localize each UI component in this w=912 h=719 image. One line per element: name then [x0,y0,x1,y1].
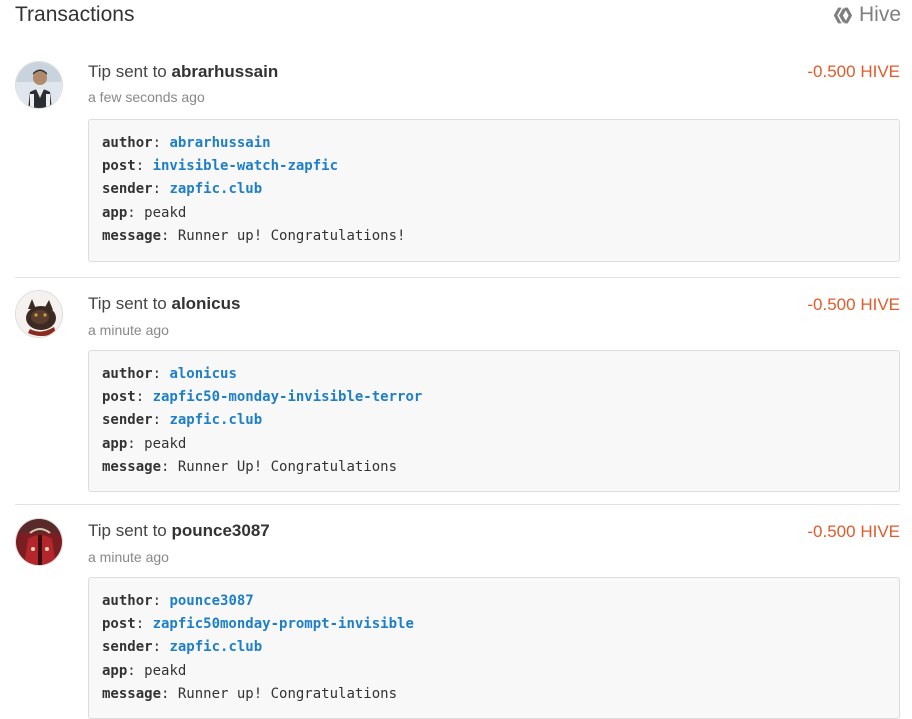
memo-row-author: author: abrarhussain [102,135,271,151]
memo-message-value: Runner up! Congratulations! [177,227,406,244]
memo-row-message: message: Runner up! Congratulations! [102,227,406,244]
memo-row-sender: sender: zapfic.club [102,639,263,656]
memo-row-post: post: invisible-watch-zapfic [102,158,339,175]
memo-app-value: peakd [144,435,187,452]
memo-row-post: post: zapfic50monday-prompt-invisible [102,616,414,633]
transaction-title: Tip sent to pounce3087 [88,521,270,541]
memo-post-link[interactable]: zapfic50monday-prompt-invisible [153,616,414,632]
memo-key: post [102,389,136,406]
transaction-amount: -0.500 HIVE [807,295,900,314]
recipient-link[interactable]: pounce3087 [171,521,269,540]
memo-app-value: peakd [144,662,187,679]
memo-key: message [102,685,162,702]
transaction-item: Tip sent to alonicus -0.500 HIVE a minut… [15,277,900,504]
action-prefix: Tip sent to [88,294,167,313]
memo-message-value: Runner Up! Congratulations [177,458,398,475]
memo-key: sender [102,181,153,198]
avatar[interactable] [15,61,63,109]
memo-row-message: message: Runner Up! Congratulations [102,458,398,475]
transaction-item: Tip sent to abrarhussain -0.500 HIVE a f… [15,38,900,277]
avatar[interactable] [15,290,63,338]
memo-key: author [102,366,153,382]
memo-app-value: peakd [144,204,187,221]
memo-key: message [102,458,162,475]
memo-key: author [102,135,153,151]
memo-key: sender [102,412,153,429]
hive-logo-icon [833,7,853,23]
transaction-item: Tip sent to pounce3087 -0.500 HIVE a min… [15,504,900,719]
transaction-title: Tip sent to abrarhussain [88,62,278,82]
action-prefix: Tip sent to [88,62,167,81]
memo-key: author [102,593,153,609]
memo-key: app [102,435,128,452]
memo-author-link[interactable]: alonicus [169,366,236,382]
memo-key: post [102,616,136,633]
memo-box: author: pounce3087 post: zapfic50monday-… [88,577,900,719]
transaction-time: a minute ago [88,322,169,338]
user-avatar-image [16,519,62,565]
memo-key: post [102,158,136,175]
transaction-time: a few seconds ago [88,89,205,105]
memo-key: app [102,662,128,679]
memo-row-message: message: Runner up! Congratulations [102,685,398,702]
brand-label: Hive [858,3,901,26]
memo-row-author: author: pounce3087 [102,593,254,609]
memo-author-link[interactable]: abrarhussain [169,135,270,151]
memo-post-link[interactable]: invisible-watch-zapfic [153,158,338,174]
transaction-amount: -0.500 HIVE [807,522,900,541]
memo-sender-link[interactable]: zapfic.club [169,639,262,655]
transaction-time: a minute ago [88,549,169,565]
memo-sender-link[interactable]: zapfic.club [169,412,262,428]
page-title: Transactions [15,3,135,26]
memo-row-author: author: alonicus [102,366,237,382]
page-header: Transactions Hive [0,0,912,34]
avatar[interactable] [15,518,63,566]
user-avatar-image [16,291,62,337]
memo-row-sender: sender: zapfic.club [102,181,263,198]
memo-key: message [102,227,162,244]
memo-author-link[interactable]: pounce3087 [169,593,253,609]
memo-box: author: alonicus post: zapfic50-monday-i… [88,350,900,492]
recipient-link[interactable]: alonicus [171,294,240,313]
memo-row-app: app: peakd [102,435,187,452]
action-prefix: Tip sent to [88,521,167,540]
brand[interactable]: Hive [832,3,901,27]
transaction-title: Tip sent to alonicus [88,294,240,314]
recipient-link[interactable]: abrarhussain [171,62,278,81]
memo-key: app [102,204,128,221]
memo-row-sender: sender: zapfic.club [102,412,263,429]
memo-key: sender [102,639,153,656]
transaction-amount: -0.500 HIVE [807,62,900,81]
memo-box: author: abrarhussain post: invisible-wat… [88,119,900,262]
memo-sender-link[interactable]: zapfic.club [169,181,262,197]
memo-row-post: post: zapfic50-monday-invisible-terror [102,389,423,406]
memo-row-app: app: peakd [102,204,187,221]
memo-post-link[interactable]: zapfic50-monday-invisible-terror [153,389,423,405]
memo-message-value: Runner up! Congratulations [177,685,398,702]
memo-row-app: app: peakd [102,662,187,679]
user-avatar-image [16,62,62,108]
